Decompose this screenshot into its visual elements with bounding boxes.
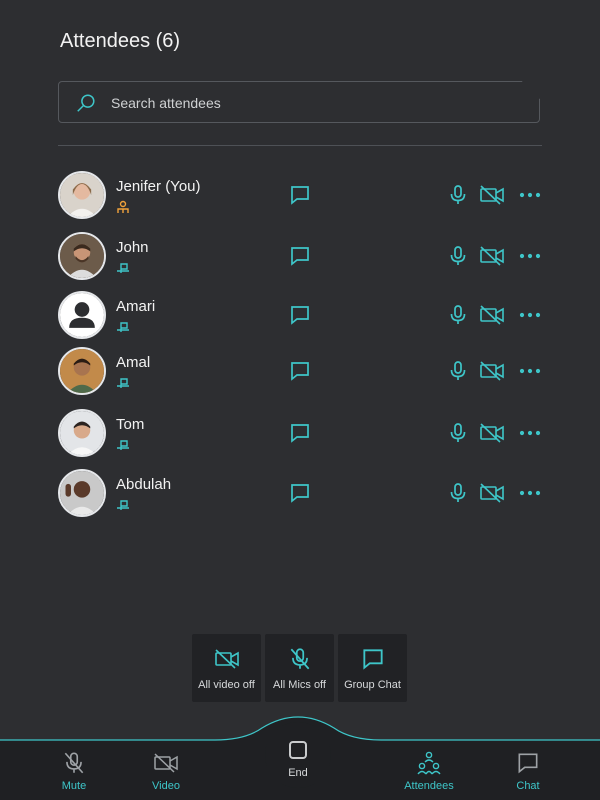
search-bar[interactable] (58, 81, 540, 124)
attendee-row: John (58, 232, 542, 284)
more-options-icon[interactable] (518, 481, 542, 505)
video-label: Video (152, 780, 180, 792)
attendees-button[interactable]: Attendees (403, 750, 455, 796)
attendee-name: Amal (116, 354, 151, 371)
end-call-button[interactable]: End (271, 737, 325, 787)
attendee-row: Tom (58, 409, 542, 461)
search-input[interactable] (109, 82, 513, 124)
attendee-row: Abdulah (58, 469, 542, 521)
attendees-icon (417, 751, 441, 775)
all-mics-off-label: All Mics off (273, 679, 326, 691)
stop-icon (289, 741, 307, 759)
divider (58, 145, 542, 146)
video-off-icon[interactable] (479, 303, 505, 327)
chat-icon (518, 753, 538, 774)
participant-icon (117, 500, 129, 510)
mute-button[interactable]: Mute (56, 750, 92, 796)
attendee-name: Tom (116, 416, 145, 433)
avatar (58, 409, 106, 457)
participant-icon (117, 263, 129, 273)
participant-icon (117, 440, 129, 450)
mic-icon[interactable] (446, 421, 470, 445)
avatar (58, 171, 106, 219)
mic-icon[interactable] (446, 481, 470, 505)
search-bar-corner (522, 81, 540, 99)
attendee-name: Abdulah (116, 476, 172, 493)
search-icon (77, 94, 95, 112)
video-off-icon[interactable] (479, 244, 505, 268)
attendee-name: Amari (116, 298, 156, 315)
video-button[interactable]: Video (148, 750, 184, 796)
attendees-label: Attendees (404, 780, 454, 792)
all-mics-off-button[interactable]: All Mics off (265, 634, 334, 702)
chat-icon (363, 649, 383, 670)
all-video-off-label: All video off (198, 679, 255, 691)
end-label: End (288, 767, 308, 779)
attendee-row: Amal (58, 347, 542, 399)
mute-label: Mute (61, 780, 87, 792)
all-video-off-button[interactable]: All video off (192, 634, 261, 702)
avatar (58, 469, 106, 517)
video-off-icon[interactable] (479, 183, 505, 207)
avatar (58, 232, 106, 280)
participant-icon (117, 378, 129, 388)
participant-icon (117, 322, 129, 332)
more-options-icon[interactable] (518, 244, 542, 268)
video-off-icon[interactable] (479, 359, 505, 383)
mic-icon[interactable] (446, 359, 470, 383)
chat-icon[interactable] (288, 481, 312, 505)
chat-icon[interactable] (288, 183, 312, 207)
group-chat-button[interactable]: Group Chat (338, 634, 407, 702)
page-title: Attendees (6) (60, 30, 181, 52)
mic-icon[interactable] (446, 303, 470, 327)
avatar (58, 347, 106, 395)
video-off-icon[interactable] (479, 481, 505, 505)
video-off-icon (215, 649, 239, 669)
more-options-icon[interactable] (518, 183, 542, 207)
attendee-row: Jenifer (You) (58, 171, 542, 223)
mic-off-icon (290, 648, 310, 670)
chat-icon[interactable] (288, 244, 312, 268)
video-off-icon (154, 753, 178, 773)
host-icon (117, 200, 129, 213)
chat-label: Chat (516, 780, 540, 792)
group-chat-label: Group Chat (344, 679, 401, 691)
attendee-row: Amari (58, 291, 542, 343)
attendee-name: John (116, 239, 149, 256)
mic-icon[interactable] (446, 244, 470, 268)
chat-icon[interactable] (288, 421, 312, 445)
more-options-icon[interactable] (518, 359, 542, 383)
mic-off-icon (64, 752, 84, 774)
avatar-placeholder (58, 291, 106, 339)
chat-icon[interactable] (288, 303, 312, 327)
more-options-icon[interactable] (518, 421, 542, 445)
attendee-name: Jenifer (You) (116, 178, 201, 195)
more-options-icon[interactable] (518, 303, 542, 327)
chat-icon[interactable] (288, 359, 312, 383)
video-off-icon[interactable] (479, 421, 505, 445)
chat-button[interactable]: Chat (510, 750, 546, 796)
mic-icon[interactable] (446, 183, 470, 207)
